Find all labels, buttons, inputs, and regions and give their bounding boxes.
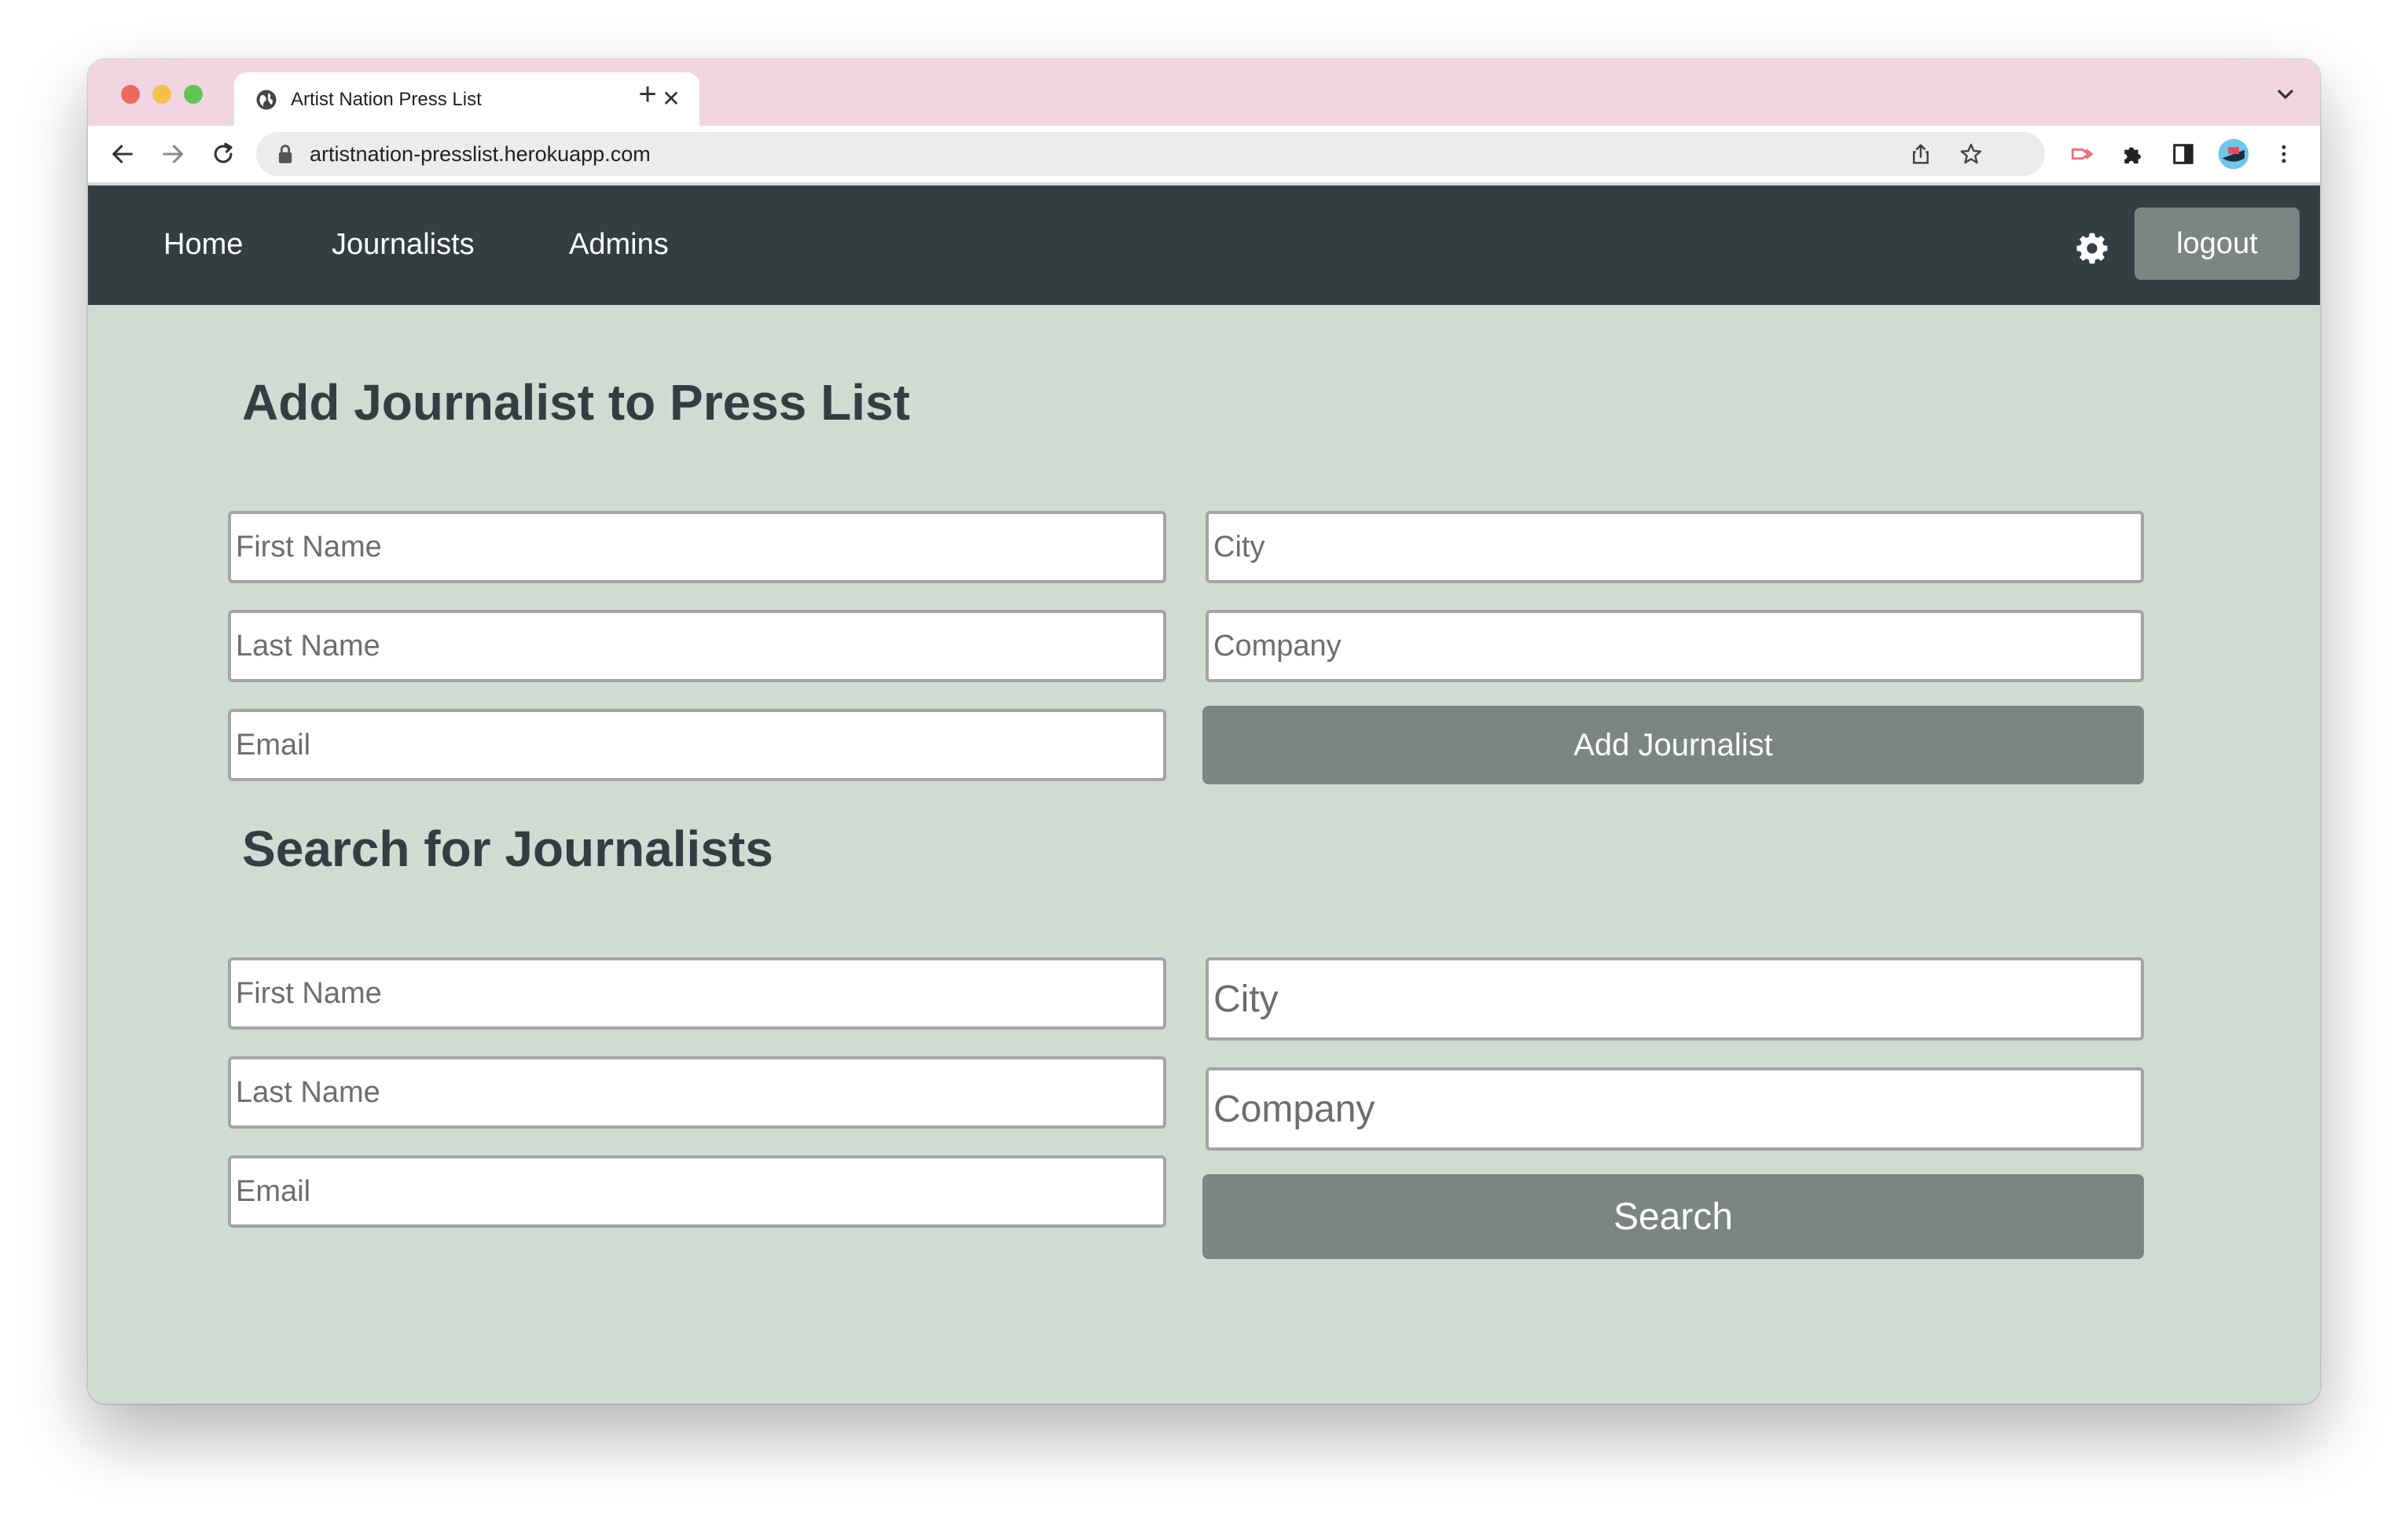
add-last-name-input[interactable] bbox=[228, 610, 1166, 682]
extension-arrow-icon[interactable] bbox=[2065, 137, 2100, 171]
url-text: artistnation-presslist.herokuapp.com bbox=[310, 142, 651, 166]
gear-icon[interactable] bbox=[2075, 231, 2109, 266]
nav-journalists-link[interactable]: Journalists bbox=[332, 226, 475, 263]
minimize-window-button[interactable] bbox=[152, 85, 171, 104]
app-navbar: Home Journalists Admins logout bbox=[88, 185, 2320, 305]
forward-icon[interactable] bbox=[156, 137, 190, 171]
search-first-name-input[interactable] bbox=[228, 957, 1166, 1030]
share-icon[interactable] bbox=[1905, 138, 1936, 170]
more-vertical-icon[interactable] bbox=[2267, 137, 2301, 171]
address-bar[interactable]: artistnation-presslist.herokuapp.com bbox=[256, 132, 2045, 176]
add-city-input[interactable] bbox=[1206, 511, 2144, 583]
plus-icon[interactable]: + bbox=[630, 77, 665, 112]
tab-strip: Artist Nation Press List ✕ + bbox=[88, 60, 2320, 126]
star-icon[interactable] bbox=[1955, 138, 1987, 170]
zoom-window-button[interactable] bbox=[184, 85, 203, 104]
search-city-input[interactable] bbox=[1206, 957, 2144, 1041]
lock-icon bbox=[278, 145, 292, 163]
search-email-input[interactable] bbox=[228, 1155, 1166, 1228]
search-journalists-heading: Search for Journalists bbox=[242, 821, 773, 877]
globe-icon bbox=[256, 90, 277, 110]
add-first-name-input[interactable] bbox=[228, 511, 1166, 583]
browser-window: Artist Nation Press List ✕ + artistnatio… bbox=[88, 60, 2320, 1404]
logout-button[interactable]: logout bbox=[2135, 207, 2300, 280]
profile-avatar[interactable] bbox=[2216, 137, 2251, 171]
browser-toolbar: artistnation-presslist.herokuapp.com bbox=[88, 126, 2320, 182]
puzzle-icon[interactable] bbox=[2116, 137, 2150, 171]
add-company-input[interactable] bbox=[1206, 610, 2144, 682]
sidebar-icon[interactable] bbox=[2166, 137, 2201, 171]
tab-title: Artist Nation Press List bbox=[291, 89, 482, 110]
add-journalist-button[interactable]: Add Journalist bbox=[1202, 706, 2144, 784]
search-button[interactable]: Search bbox=[1202, 1174, 2144, 1259]
add-journalist-heading: Add Journalist to Press List bbox=[242, 374, 910, 431]
close-window-button[interactable] bbox=[121, 85, 140, 104]
search-last-name-input[interactable] bbox=[228, 1056, 1166, 1129]
add-email-input[interactable] bbox=[228, 709, 1166, 781]
reload-icon[interactable] bbox=[206, 137, 240, 171]
nav-home-link[interactable]: Home bbox=[163, 226, 243, 263]
nav-admins-link[interactable]: Admins bbox=[569, 226, 669, 263]
search-company-input[interactable] bbox=[1206, 1067, 2144, 1151]
chevron-down-icon[interactable] bbox=[2273, 82, 2298, 107]
back-icon[interactable] bbox=[105, 137, 140, 171]
main-content: Add Journalist to Press List Add Journal… bbox=[88, 305, 2320, 1404]
